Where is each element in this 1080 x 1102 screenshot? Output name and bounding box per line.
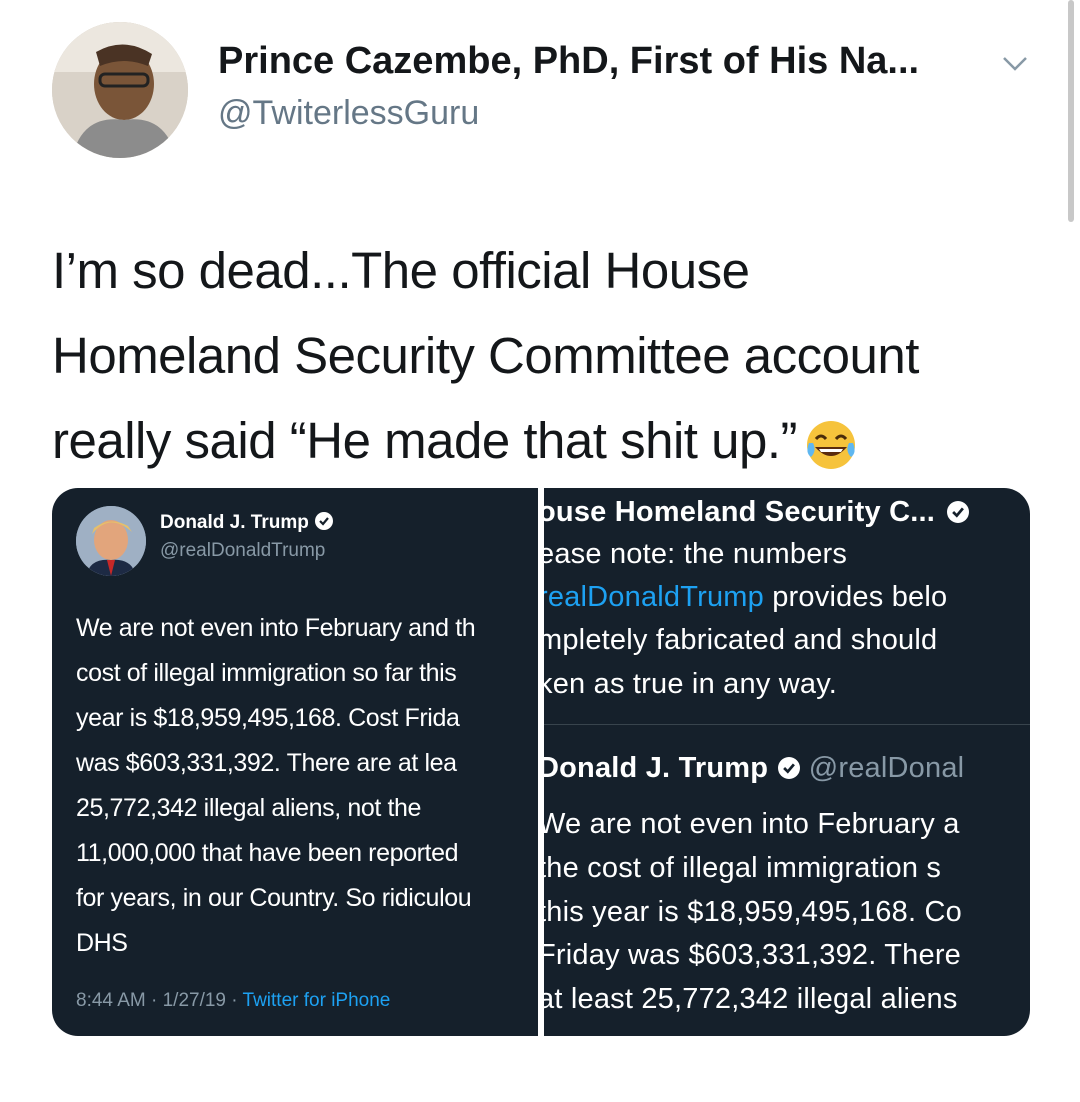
homeland-tweet-line: ken as true in any way. (544, 668, 838, 700)
homeland-account-name-text: ouse Homeland Security C... (544, 496, 935, 528)
tweet-text: I’m so dead...The official House Homelan… (52, 228, 1042, 483)
quoted-tweet-line: the cost of illegal immigration s (544, 852, 942, 884)
homeland-tweet-line: ease note: the numbers (544, 538, 848, 570)
tweet-text-line: I’m so dead...The official House (52, 242, 750, 299)
author-name[interactable]: Prince Cazembe, PhD, First of His Na... (218, 40, 919, 83)
tweet-text-line: really said “He made that shit up.” (52, 398, 1042, 483)
embedded-tweet-screenshot-right: ouse Homeland Security C... ease note: t… (544, 488, 1030, 1036)
homeland-tweet-line: realDonaldTrump provides belo (544, 581, 947, 614)
mention-link[interactable]: realDonaldTrump (544, 581, 764, 613)
verified-badge-icon (778, 757, 801, 779)
trump-avatar (76, 506, 146, 576)
quoted-author-handle: @realDonal (808, 752, 965, 784)
author-avatar[interactable] (52, 22, 188, 158)
tweet-text-line: Homeland Security Committee account (52, 327, 919, 384)
embedded-tweet-meta: 8:44 AM · 1/27/19 · Twitter for iPhone (76, 990, 390, 1012)
quoted-tweet-line: We are not even into February a (544, 808, 960, 840)
scrollbar[interactable] (1068, 0, 1074, 222)
quoted-tweet-line: Friday was $603,331,392. There (544, 939, 962, 971)
verified-badge-icon (947, 501, 970, 523)
embedded-tweet-text: We are not even into February and th cos… (76, 614, 476, 957)
embedded-author-handle: @realDonaldTrump (160, 540, 326, 561)
verified-badge-icon (314, 512, 333, 530)
laughing-emoji-icon (807, 420, 856, 469)
quoted-tweet-line: this year is $18,959,495,168. Co (544, 896, 962, 928)
tweet-text-line-content: really said “He made that shit up.” (52, 412, 798, 469)
quoted-tweet-line: at least 25,772,342 illegal aliens (544, 983, 958, 1015)
chevron-down-icon[interactable] (1000, 52, 1030, 74)
quote-divider (544, 724, 1030, 725)
embedded-author-name: Donald J. Trump (160, 512, 333, 534)
homeland-tweet-line: mpletely fabricated and should (544, 624, 938, 656)
embedded-tweet-screenshot-left: Donald J. Trump @realDonaldTrump We are … (52, 488, 538, 1036)
quoted-tweet-header: Donald J. Trump @realDonal (544, 752, 964, 785)
embedded-author-name-text: Donald J. Trump (160, 512, 309, 533)
homeland-tweet-line-rest: provides belo (763, 581, 948, 613)
quoted-author-name: Donald J. Trump (544, 752, 769, 784)
embedded-tweet-timestamp: 8:44 AM · 1/27/19 · (76, 990, 238, 1011)
author-handle[interactable]: @TwiterlessGuru (218, 94, 479, 133)
embedded-tweet-source: Twitter for iPhone (242, 990, 391, 1011)
homeland-account-name: ouse Homeland Security C... (544, 496, 970, 529)
